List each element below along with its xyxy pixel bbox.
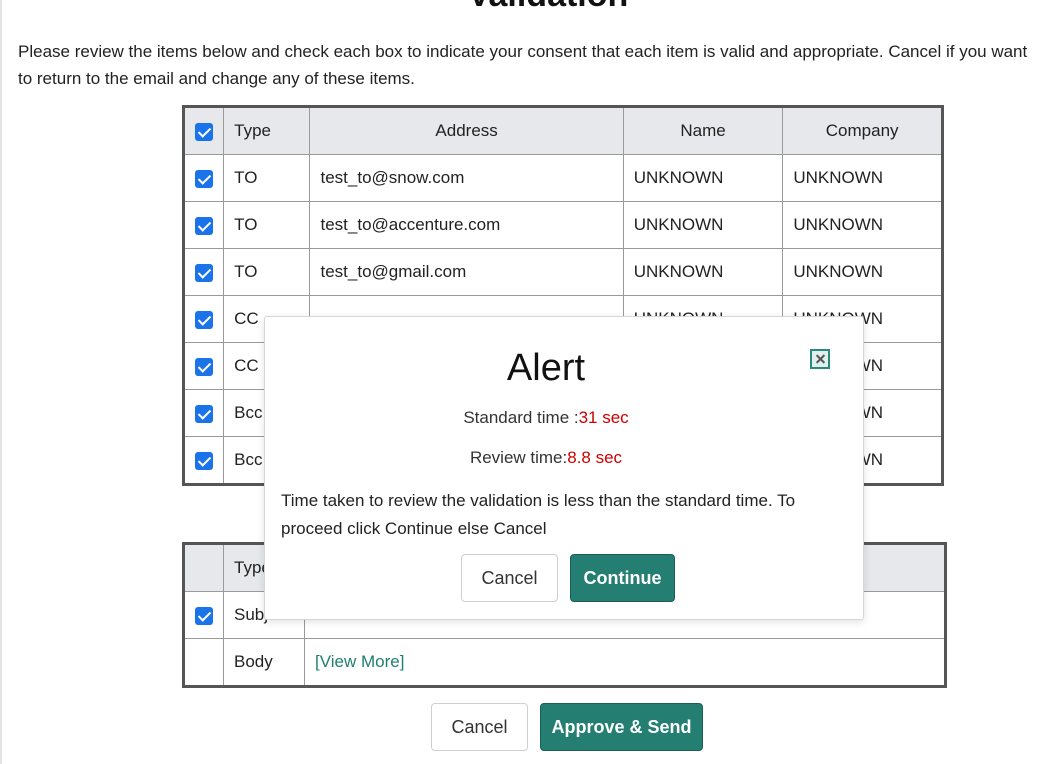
row-checkbox[interactable] bbox=[195, 263, 214, 282]
standard-time-line: Standard time :31 sec bbox=[265, 408, 827, 428]
row-checkbox[interactable] bbox=[195, 451, 214, 470]
recipients-header-row: Type Address Name Company bbox=[182, 106, 943, 155]
table-row: TO test_to@accenture.com UNKNOWN UNKNOWN bbox=[182, 201, 943, 249]
header-type: Type bbox=[223, 106, 311, 155]
row-checkbox[interactable] bbox=[195, 169, 214, 188]
cell-type: TO bbox=[223, 201, 311, 249]
cell-name: UNKNOWN bbox=[622, 201, 784, 249]
table-row: TO test_to@gmail.com UNKNOWN UNKNOWN bbox=[182, 248, 943, 296]
standard-time-label: Standard time : bbox=[463, 408, 579, 427]
cell-name: UNKNOWN bbox=[622, 248, 784, 296]
cell-company: UNKNOWN bbox=[782, 154, 943, 202]
alert-cancel-button[interactable]: Cancel bbox=[461, 554, 558, 602]
approve-send-button[interactable]: Approve & Send bbox=[540, 703, 703, 751]
intro-line-1: Please review the items below and check … bbox=[18, 42, 1028, 61]
table-row: Body [View More] bbox=[183, 638, 946, 687]
row-checkbox[interactable] bbox=[195, 357, 214, 376]
cell-type: TO bbox=[223, 248, 311, 296]
cell-company: UNKNOWN bbox=[782, 201, 943, 249]
cell-company: UNKNOWN bbox=[782, 248, 943, 296]
select-all-cell bbox=[182, 106, 225, 155]
continue-button[interactable]: Continue bbox=[570, 554, 675, 602]
body-label: Body bbox=[223, 638, 305, 687]
review-time-line: Review time:8.8 sec bbox=[265, 448, 827, 468]
alert-message: Time taken to review the validation is l… bbox=[281, 491, 796, 538]
review-time-value: 8.8 sec bbox=[567, 448, 623, 467]
alert-dialog: Alert Standard time :31 sec Review time:… bbox=[264, 316, 864, 620]
row-checkbox[interactable] bbox=[195, 404, 214, 423]
left-edge-rule bbox=[0, 0, 2, 764]
select-all-checkbox[interactable] bbox=[195, 122, 214, 141]
review-time-label: Review time: bbox=[469, 448, 568, 467]
cancel-button[interactable]: Cancel bbox=[431, 703, 528, 751]
content-header-blank bbox=[183, 543, 224, 592]
alert-title: Alert bbox=[506, 347, 586, 389]
cell-address: test_to@snow.com bbox=[309, 154, 624, 202]
header-address: Address bbox=[309, 106, 624, 155]
cell-address: test_to@gmail.com bbox=[309, 248, 624, 296]
intro-line-2: to return to the email and change any of… bbox=[18, 69, 415, 88]
row-checkbox[interactable] bbox=[195, 216, 214, 235]
standard-time-value: 31 sec bbox=[578, 408, 629, 427]
header-name: Name bbox=[622, 106, 784, 155]
row-checkbox[interactable] bbox=[195, 310, 214, 329]
cell-type: TO bbox=[223, 154, 311, 202]
intro-text: Please review the items below and check … bbox=[18, 38, 1038, 92]
header-company: Company bbox=[782, 106, 943, 155]
cell-name: UNKNOWN bbox=[622, 154, 784, 202]
close-icon[interactable] bbox=[810, 349, 830, 369]
subject-checkbox[interactable] bbox=[195, 606, 213, 625]
cell-address: test_to@accenture.com bbox=[309, 201, 624, 249]
view-more-link[interactable]: [View More] bbox=[315, 652, 404, 671]
page-title: Validation bbox=[0, 0, 1038, 15]
table-row: TO test_to@snow.com UNKNOWN UNKNOWN bbox=[182, 154, 943, 202]
